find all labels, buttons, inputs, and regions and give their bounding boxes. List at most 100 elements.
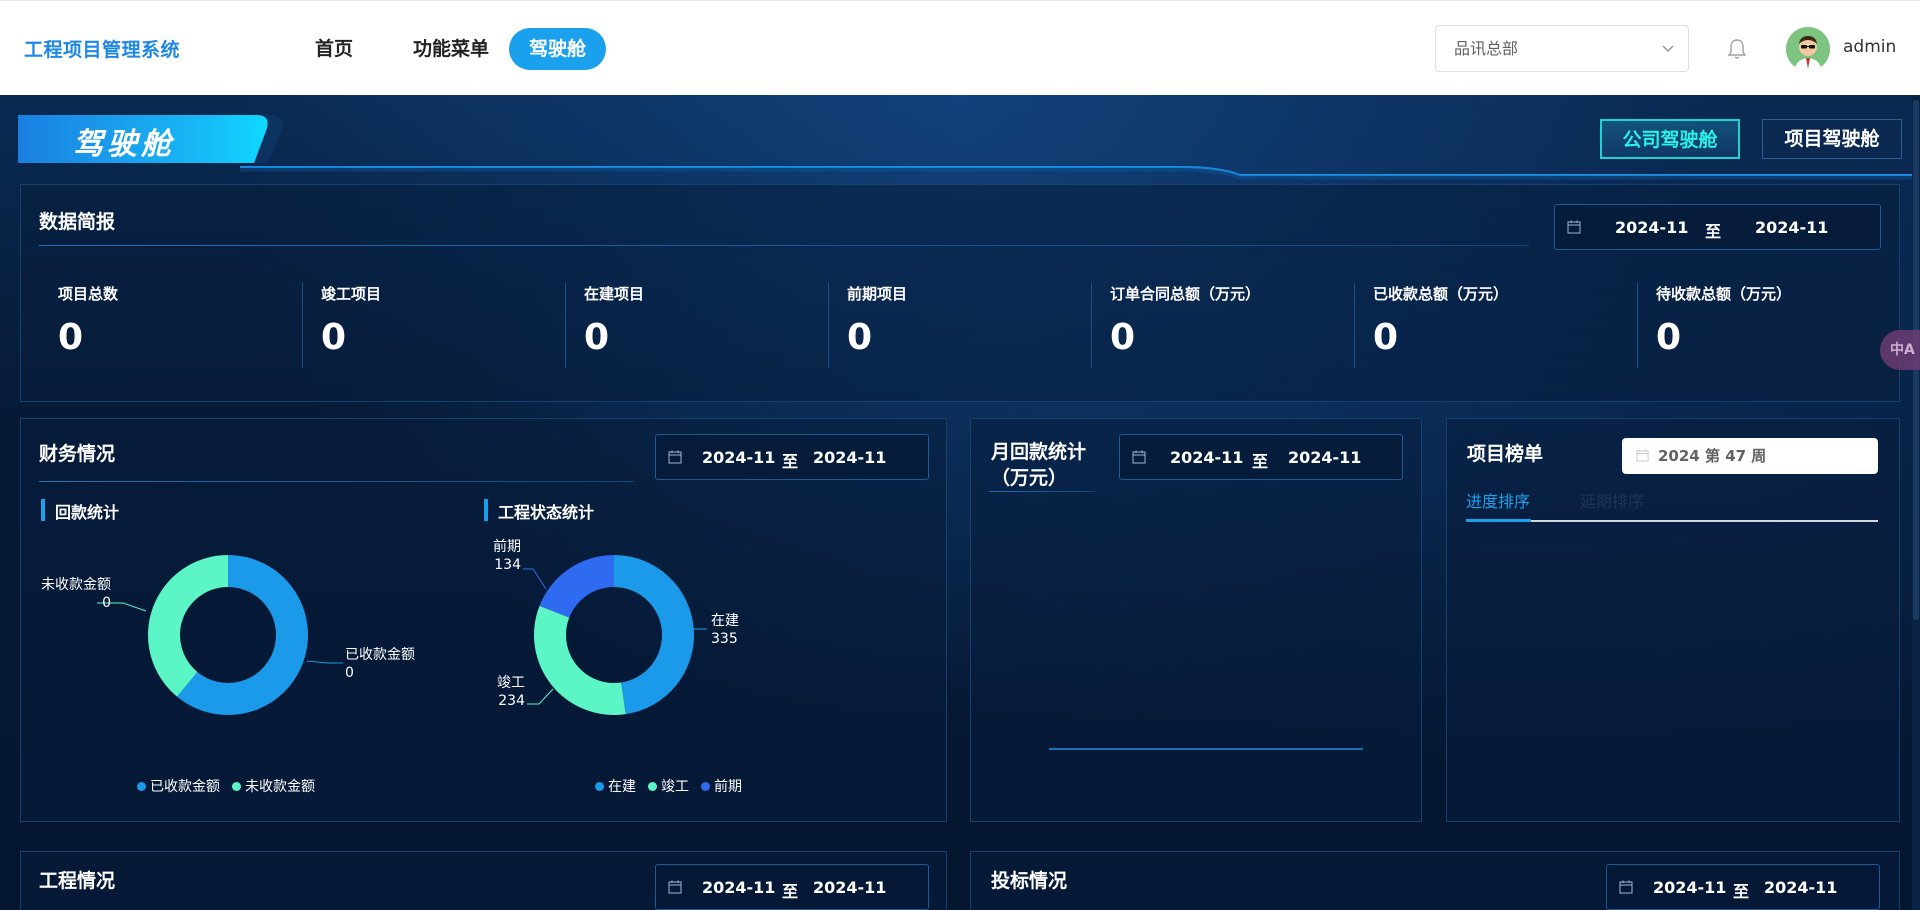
date-to: 2024-11 [813, 878, 887, 897]
stat-label: 项目总数 [58, 285, 119, 303]
nav-item-function-menu[interactable]: 功能菜单 [393, 28, 509, 70]
status-donut-chart: 前期 前期 134 在建 335 竣工 234 [493, 538, 739, 715]
week-value: 2024 第 47 周 [1658, 447, 1767, 465]
legend-item-unreceived[interactable]: 未收款金额 [232, 776, 315, 796]
date-to: 2024-11 [813, 448, 887, 467]
tab-company-cockpit[interactable]: 公司驾驶舱 [1600, 119, 1740, 159]
stat-divider [565, 283, 566, 368]
translate-widget[interactable]: 中A [1880, 330, 1920, 370]
summary-divider [39, 245, 1529, 246]
stat-label: 订单合同总额（万元） [1110, 285, 1261, 303]
engineering-date-range[interactable]: 2024-11 至 2024-11 [655, 864, 929, 910]
banner-title: 驾驶舱 [73, 127, 175, 162]
label-received-value: 0 [345, 665, 354, 681]
avatar[interactable] [1786, 27, 1830, 71]
label-unreceived-name: 未收款金额 [41, 577, 111, 593]
summary-date-range[interactable]: 2024-11 至 2024-11 [1554, 204, 1881, 250]
date-separator: 至 [782, 882, 799, 901]
finance-date-range[interactable]: 2024-11 至 2024-11 [655, 434, 929, 480]
ranking-title: 项目榜单 [1467, 443, 1544, 465]
stat-value: 0 [584, 317, 610, 358]
calendar-icon [1619, 880, 1633, 894]
calendar-icon [668, 450, 682, 464]
stat-label: 前期项目 [847, 285, 908, 303]
chevron-down-icon [1662, 45, 1674, 52]
stat-value: 0 [847, 317, 873, 358]
monthly-receipt-panel: 月回款统计 （万元） 2024-11 至 2024-11 [970, 418, 1422, 822]
label-line-early [523, 568, 547, 590]
legend-label: 未收款金额 [245, 779, 315, 795]
label-completed-count: 234 [498, 693, 525, 709]
stat-divider [1091, 283, 1092, 368]
engineering-title: 工程情况 [39, 870, 116, 892]
donut-slice-early[interactable] [539, 555, 614, 618]
monthly-date-range[interactable]: 2024-11 至 2024-11 [1119, 434, 1403, 480]
stat-divider [302, 283, 303, 368]
date-from: 2024-11 [702, 448, 776, 467]
calendar-icon [1636, 449, 1649, 462]
calendar-icon [668, 880, 682, 894]
donut-slice-unreceived[interactable] [148, 555, 228, 697]
label-in-progress-name: 在建 [711, 613, 739, 629]
monthly-title-line1: 月回款统计 [991, 441, 1087, 463]
legend-label: 在建 [608, 779, 636, 795]
label-completed-name: 竣工 [497, 675, 525, 691]
donut-slice-completed[interactable] [534, 605, 626, 715]
date-from: 2024-11 [702, 878, 776, 897]
nav-item-cockpit[interactable]: 驾驶舱 [509, 28, 607, 70]
date-from: 2024-11 [1170, 448, 1244, 467]
tab-project-cockpit[interactable]: 项目驾驶舱 [1762, 119, 1902, 159]
receipt-donut [148, 555, 309, 715]
stat-divider [828, 283, 829, 368]
stat-value: 0 [321, 317, 347, 358]
date-separator: 至 [1705, 222, 1722, 241]
stat-value: 0 [1373, 317, 1399, 358]
summary-stats: 项目总数 0 竣工项目 0 在建项目 0 前期项目 0 订单合同总额（万元） 0 [58, 283, 1888, 368]
date-separator: 至 [1252, 452, 1269, 471]
stat-value: 0 [1110, 317, 1136, 358]
ranking-tab-indicator [1466, 519, 1531, 522]
legend-item-received[interactable]: 已收款金额 [137, 776, 220, 796]
legend-item-early[interactable]: 前期 [701, 776, 742, 796]
bidding-date-range[interactable]: 2024-11 至 2024-11 [1606, 864, 1880, 910]
dashboard: 驾驶舱 公司驾驶舱 项目驾驶舱 数据简报 2024-11 至 2024-11 项… [0, 95, 1920, 910]
finance-divider [39, 481, 634, 482]
receipt-stats-title: 回款统计 [41, 499, 119, 523]
bell-icon[interactable] [1727, 38, 1747, 60]
stat-divider [1637, 283, 1638, 368]
monthly-divider [989, 491, 1095, 492]
cockpit-banner: 驾驶舱 [18, 115, 288, 163]
date-to: 2024-11 [1288, 448, 1362, 467]
bidding-title: 投标情况 [991, 870, 1068, 892]
date-separator: 至 [1733, 882, 1750, 901]
nav-item-home[interactable]: 首页 [295, 28, 373, 70]
date-to: 2024-11 [1755, 218, 1829, 237]
finance-title: 财务情况 [39, 443, 116, 465]
app-title[interactable]: 工程项目管理系统 [24, 35, 180, 62]
org-select-value: 品讯总部 [1454, 39, 1519, 58]
receipt-donut-chart: 未收款金额 0 已收款金额 0 [41, 555, 415, 715]
week-picker[interactable]: 2024 第 47 周 [1622, 438, 1878, 474]
stat-label: 竣工项目 [321, 285, 382, 303]
ranking-panel: 项目榜单 [1446, 418, 1900, 822]
date-separator: 至 [782, 452, 799, 471]
label-received-name: 已收款金额 [345, 647, 415, 663]
legend-item-in-progress[interactable]: 在建 [595, 776, 636, 796]
stat-value: 0 [58, 317, 84, 358]
summary-panel: 数据简报 2024-11 至 2024-11 项目总数 0 竣工项目 0 在建项… [20, 184, 1900, 402]
legend-dot [701, 781, 710, 791]
legend-item-completed[interactable]: 竣工 [648, 776, 689, 796]
receipt-legend: 已收款金额 未收款金额 [137, 776, 315, 796]
date-from: 2024-11 [1653, 878, 1727, 897]
tab-progress-sort[interactable]: 进度排序 [1466, 488, 1530, 512]
org-select[interactable]: 品讯总部 [1435, 25, 1689, 72]
tab-delay-sort[interactable]: 延期排序 [1580, 488, 1644, 512]
username[interactable]: admin [1843, 37, 1896, 57]
legend-label: 前期 [714, 779, 742, 795]
date-from: 2024-11 [1615, 218, 1689, 237]
calendar-icon [1132, 450, 1146, 464]
donut-slice-in-progress[interactable] [614, 555, 694, 715]
status-legend: 在建 竣工 前期 [595, 776, 742, 796]
stat-label: 已收款总额（万元） [1373, 285, 1509, 303]
monthly-title: 月回款统计 （万元） [991, 439, 1086, 491]
